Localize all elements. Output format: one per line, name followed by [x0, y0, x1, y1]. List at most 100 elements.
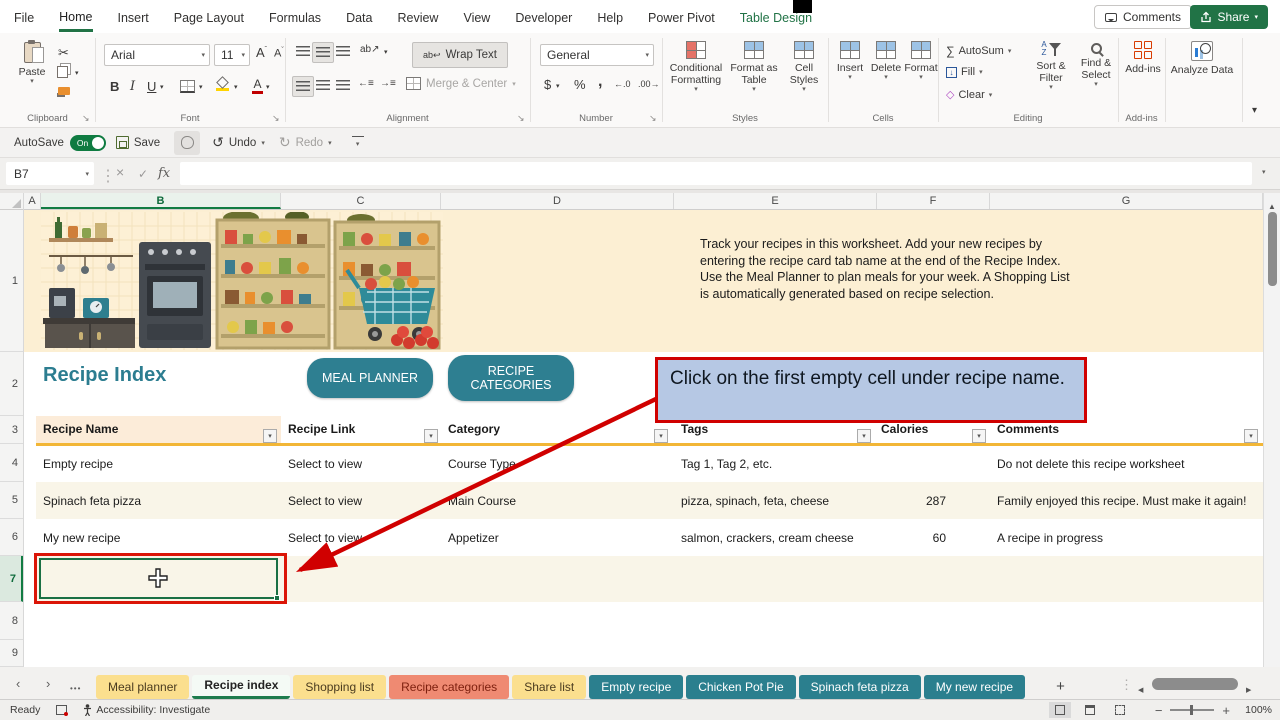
sheet-tab-recipe-index[interactable]: Recipe index [192, 675, 291, 699]
filter-button-recipe-name[interactable] [263, 429, 277, 443]
sheet-tab-recipe-categories[interactable]: Recipe categories [389, 675, 510, 699]
fill-button[interactable]: ↓ Fill [946, 66, 983, 78]
increase-decimal-button[interactable]: ←.0 [614, 79, 631, 89]
cell-recipe-link[interactable]: Select to view [288, 446, 362, 482]
format-as-table-button[interactable]: Format as Table [728, 41, 780, 94]
scroll-thumb[interactable] [1268, 212, 1277, 286]
sheet-tab-shopping-list[interactable]: Shopping list [293, 675, 387, 699]
menu-tab-view[interactable]: View [463, 3, 490, 30]
align-top-button[interactable] [296, 46, 310, 57]
filter-button-recipe-link[interactable] [424, 429, 438, 443]
orientation-button[interactable]: ab↗ [360, 44, 380, 55]
filter-button-category[interactable] [654, 429, 668, 443]
accessibility-status[interactable]: Accessibility: Investigate [83, 704, 210, 716]
cell-recipe-name[interactable]: Empty recipe [43, 446, 113, 482]
cell-tags[interactable]: pizza, spinach, feta, cheese [681, 483, 829, 519]
bold-button[interactable]: B [110, 79, 119, 94]
column-header-a[interactable]: A [24, 193, 41, 209]
align-middle-button[interactable] [312, 42, 334, 63]
align-left-button[interactable] [292, 76, 314, 97]
number-dialog-launcher[interactable] [649, 113, 657, 124]
sheet-tab-chicken-pot-pie[interactable]: Chicken Pot Pie [686, 675, 796, 699]
italic-button[interactable]: I [130, 79, 135, 94]
cell-tags[interactable]: salmon, crackers, cream cheese [681, 520, 854, 556]
collapse-ribbon-button[interactable] [1252, 105, 1257, 116]
row-header-4[interactable]: 4 [0, 444, 23, 482]
comma-style-button[interactable]: , [598, 73, 602, 91]
enter-icon[interactable] [138, 165, 148, 183]
cell-calories[interactable]: 287 [877, 483, 946, 519]
new-sheet-button[interactable] [1056, 675, 1065, 699]
sheet-tab-empty-recipe[interactable]: Empty recipe [589, 675, 684, 699]
more-sheets-icon[interactable] [70, 679, 81, 694]
column-header-e[interactable]: E [674, 193, 877, 209]
copy-button[interactable] [57, 66, 68, 78]
cell-category[interactable]: Main Course [448, 483, 516, 519]
zoom-level[interactable]: 100% [1238, 704, 1272, 716]
redo-button[interactable]: Redo [279, 134, 332, 151]
row-header-9[interactable]: 9 [0, 640, 23, 667]
menu-tab-review[interactable]: Review [397, 3, 438, 30]
insert-cells-button[interactable]: Insert [832, 41, 868, 82]
column-header-c[interactable]: C [281, 193, 441, 209]
sheet-tab-share-list[interactable]: Share list [512, 675, 587, 699]
page-break-view-button[interactable] [1109, 702, 1131, 718]
number-format-select[interactable]: General [540, 44, 654, 66]
select-all-corner[interactable] [0, 193, 24, 210]
macro-record-icon[interactable] [56, 705, 69, 716]
accounting-format-button[interactable]: $ [544, 77, 551, 92]
vertical-scrollbar[interactable] [1263, 193, 1280, 667]
expand-formula-bar-button[interactable] [1262, 168, 1266, 176]
wrap-text-button[interactable]: ab↩ Wrap Text [412, 42, 508, 68]
cancel-icon[interactable] [116, 164, 124, 182]
row-header-8[interactable]: 8 [0, 602, 23, 640]
font-size-select[interactable]: 11 [214, 44, 250, 66]
shape-tool-button[interactable] [174, 130, 201, 155]
col-header-category[interactable]: Category [448, 416, 500, 443]
cell-recipe-link[interactable]: Select to view [288, 483, 362, 519]
column-header-f[interactable]: F [877, 193, 990, 209]
zoom-in-button[interactable]: + [1222, 703, 1230, 718]
next-sheet-icon[interactable] [46, 676, 50, 691]
row-header-7[interactable]: 7 [0, 556, 23, 602]
prev-sheet-icon[interactable] [16, 676, 20, 691]
paste-button[interactable]: Paste [12, 40, 52, 86]
column-header-g[interactable]: G [990, 193, 1263, 209]
col-header-recipe-name[interactable]: Recipe Name [43, 416, 118, 443]
customize-qat-button[interactable] [351, 136, 364, 149]
name-box-splitter[interactable] [100, 166, 116, 186]
borders-button[interactable] [180, 80, 195, 93]
fill-color-button[interactable] [216, 76, 229, 91]
decrease-decimal-button[interactable]: .00→ [638, 79, 660, 89]
menu-tab-home[interactable]: Home [59, 2, 93, 32]
clear-button[interactable]: ◇ Clear [946, 88, 992, 102]
find-select-button[interactable]: Find & Select [1076, 41, 1116, 89]
sheet-tab-my-new-recipe[interactable]: My new recipe [923, 675, 1026, 699]
cell-comments[interactable]: Family enjoyed this recipe. Must make it… [997, 483, 1246, 519]
percent-style-button[interactable]: % [574, 77, 586, 92]
cell-category[interactable]: Course Type [448, 446, 516, 482]
save-button[interactable]: Save [115, 136, 160, 149]
sheet-tab-spinach-feta-pizza[interactable]: Spinach feta pizza [798, 675, 921, 699]
font-dialog-launcher[interactable] [272, 113, 280, 124]
cell-styles-button[interactable]: Cell Styles [782, 41, 826, 94]
menu-tab-file[interactable]: File [14, 3, 34, 30]
align-right-button[interactable] [336, 80, 350, 91]
tab-splitter[interactable] [1120, 677, 1133, 693]
add-ins-button[interactable]: Add-ins [1120, 41, 1166, 75]
align-center-button[interactable] [316, 80, 330, 91]
row-header-2[interactable]: 2 [0, 352, 23, 416]
menu-tab-page-layout[interactable]: Page Layout [174, 3, 244, 30]
sort-filter-button[interactable]: AZ Sort & Filter [1028, 41, 1074, 92]
cell-comments[interactable]: Do not delete this recipe worksheet [997, 446, 1184, 482]
conditional-formatting-button[interactable]: Conditional Formatting [666, 41, 726, 94]
page-layout-view-button[interactable] [1079, 702, 1101, 718]
font-color-button[interactable]: A [252, 77, 263, 94]
meal-planner-button[interactable]: MEAL PLANNER [307, 358, 433, 398]
normal-view-button[interactable] [1048, 702, 1071, 718]
format-painter-button[interactable] [58, 87, 70, 95]
cell-recipe-name[interactable]: My new recipe [43, 520, 120, 556]
cell-recipe-link[interactable]: Select to view [288, 520, 362, 556]
row-header-3[interactable]: 3 [0, 416, 23, 444]
zoom-slider[interactable] [1170, 705, 1215, 715]
